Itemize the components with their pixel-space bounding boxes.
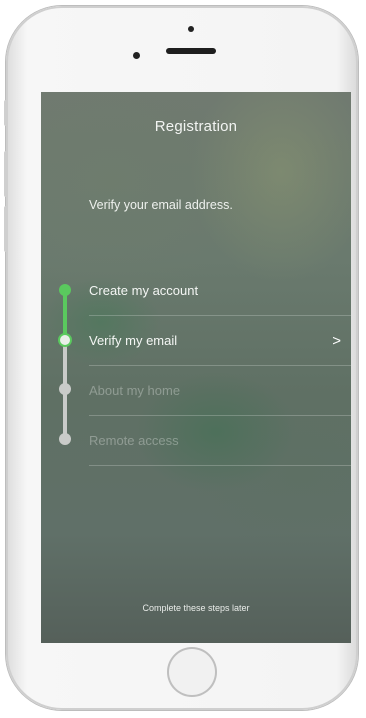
chevron-right-icon: >	[332, 332, 341, 349]
step-verify-email[interactable]: Verify my email >	[89, 316, 351, 366]
step-dot-active	[58, 333, 72, 347]
volume-down-button	[4, 206, 8, 252]
step-dot-done	[59, 284, 71, 296]
app-screen: Registration Verify your email address. …	[41, 92, 351, 643]
step-label: Verify my email	[89, 333, 178, 348]
step-create-account[interactable]: Create my account	[89, 266, 351, 316]
home-button[interactable]	[167, 647, 217, 697]
earpiece-speaker	[166, 48, 216, 54]
step-label: Create my account	[89, 283, 199, 298]
step-label: Remote access	[89, 433, 179, 448]
step-about-home[interactable]: About my home	[89, 366, 351, 416]
complete-later-link[interactable]: Complete these steps later	[41, 603, 351, 613]
volume-up-button	[4, 151, 8, 197]
instruction-text: Verify your email address.	[89, 198, 233, 212]
mute-switch	[4, 100, 8, 126]
front-sensor	[188, 26, 194, 32]
step-dot-pending	[59, 433, 71, 445]
phone-frame: Registration Verify your email address. …	[4, 6, 358, 710]
step-remote-access[interactable]: Remote access	[89, 416, 351, 466]
page-title: Registration	[154, 118, 238, 135]
step-label: About my home	[89, 383, 181, 398]
step-dot-pending	[59, 383, 71, 395]
front-camera-icon	[133, 52, 140, 59]
